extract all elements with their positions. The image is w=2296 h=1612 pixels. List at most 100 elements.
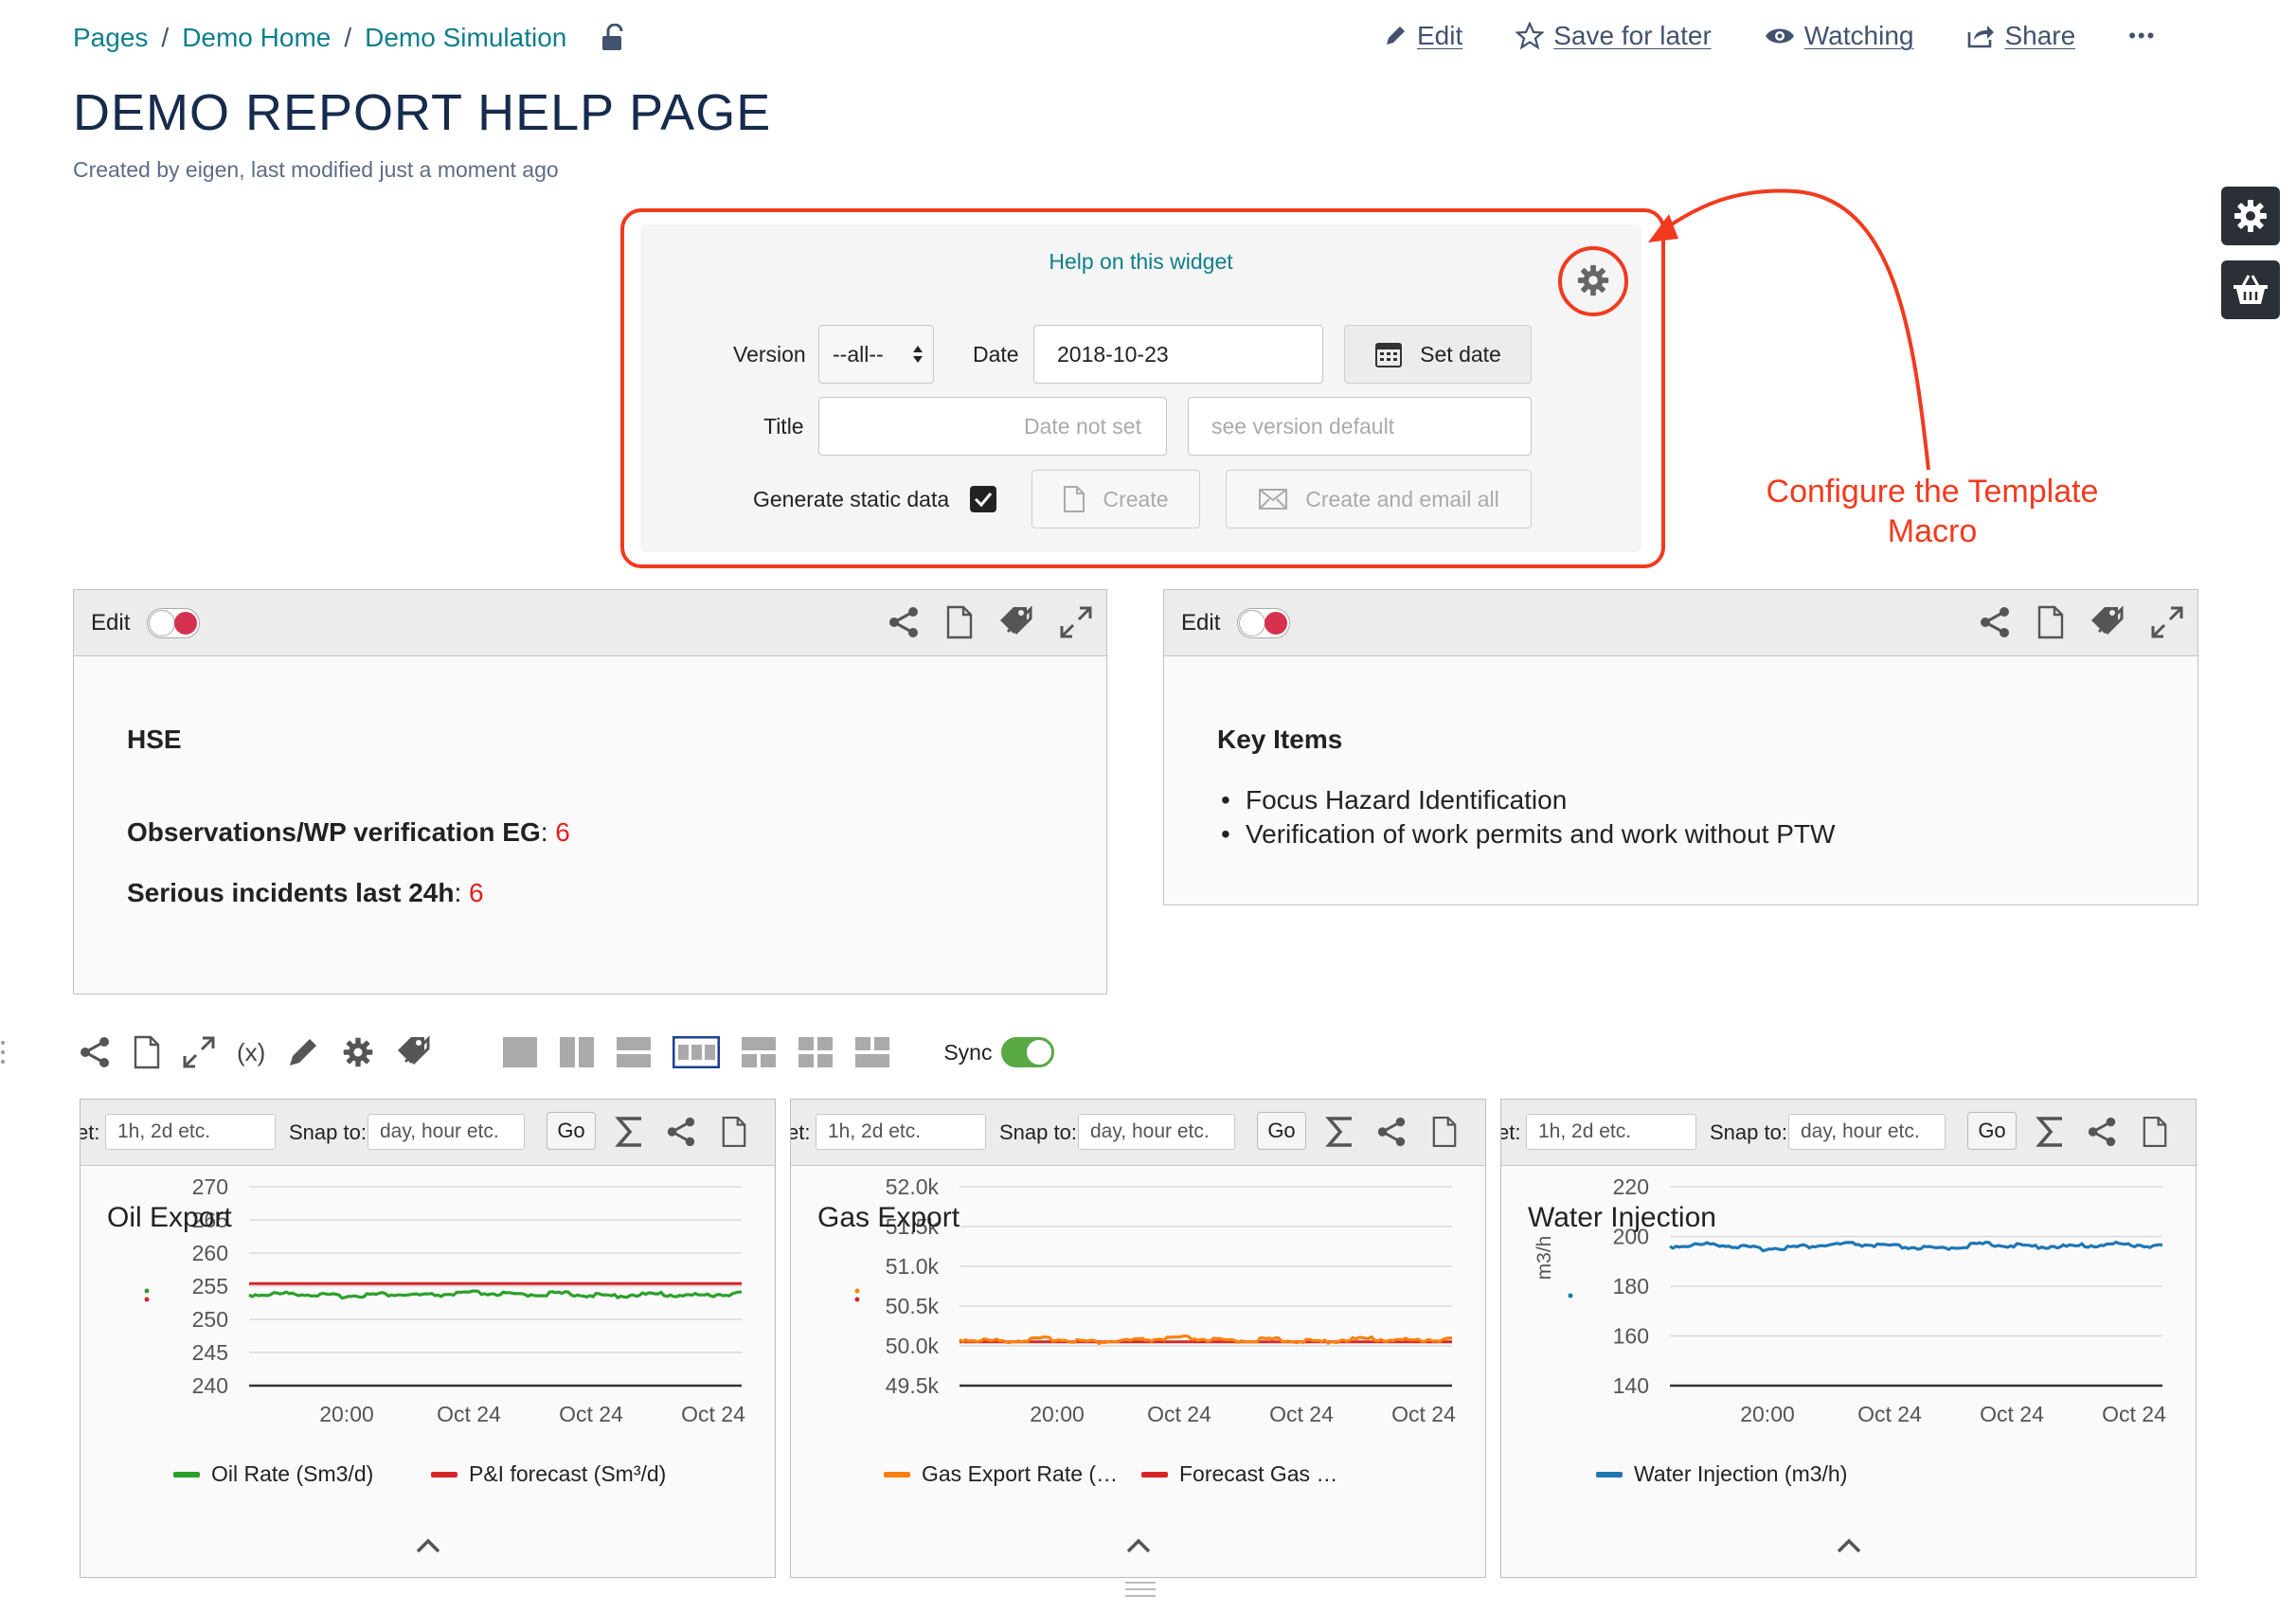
title-default-input[interactable]: see version default [1188,397,1532,456]
share-button[interactable]: Share [1966,21,2075,51]
layout-single-icon[interactable] [502,1036,538,1068]
breadcrumb-demo-simulation[interactable]: Demo Simulation [365,23,566,53]
sigma-icon[interactable] [1325,1116,1355,1148]
expand-icon[interactable] [182,1035,216,1069]
title-input[interactable]: Date not set [818,397,1167,456]
collapse-chevron-icon[interactable] [415,1537,441,1554]
calendar-icon [1374,340,1403,368]
static-data-checkbox[interactable] [970,486,996,512]
breadcrumb-demo-home[interactable]: Demo Home [182,23,331,53]
x-tick-label: Oct 24 [681,1402,745,1426]
share-nodes-icon[interactable] [2086,1116,2118,1148]
more-actions-button[interactable]: ••• [2128,24,2156,48]
settings-side-button[interactable] [2221,187,2280,245]
x-tick-label: Oct 24 [1391,1402,1456,1426]
set-date-button[interactable]: Set date [1344,325,1532,384]
version-select[interactable]: --all-- [818,325,934,384]
share-nodes-icon[interactable] [78,1035,112,1069]
legend-item[interactable]: Forecast Gas … [1141,1461,1337,1487]
share-nodes-icon[interactable] [887,605,921,639]
resize-handle-icon[interactable] [1123,1580,1157,1599]
legend-item[interactable]: Gas Export Rate (… [884,1461,1118,1487]
offset-input[interactable]: 1h, 2d etc. [1526,1114,1696,1150]
basket-side-button[interactable] [2221,260,2280,319]
static-data-label: Generate static data [753,487,950,511]
legend-label: Water Injection (m3/h) [1634,1461,1848,1486]
document-icon[interactable] [1431,1116,1458,1148]
layout-grid-a-icon[interactable] [741,1036,777,1068]
hse-panel: Edit HSE Observations/WP verification EG… [73,589,1107,994]
breadcrumb-pages[interactable]: Pages [73,23,148,53]
drag-handle-icon[interactable] [0,1040,6,1065]
panel-toolbar: Edit [1164,590,2197,656]
tags-icon[interactable] [2090,605,2126,639]
go-button[interactable]: Go [547,1112,596,1150]
layout-grid-b-icon[interactable] [798,1036,834,1068]
y-tick-label: 51.0k [886,1254,940,1279]
snap-input[interactable]: day, hour etc. [1078,1114,1235,1150]
legend-label: Oil Rate (Sm3/d) [211,1461,374,1486]
sync-toggle[interactable] [1001,1037,1055,1067]
sigma-icon[interactable] [615,1116,645,1148]
gear-icon [2232,197,2269,235]
panel-icons [887,605,1093,639]
save-for-later-button[interactable]: Save for later [1516,21,1712,51]
go-button[interactable]: Go [1257,1112,1306,1150]
go-button[interactable]: Go [1967,1112,2017,1150]
edit-toggle-label: Edit [91,609,131,636]
layout-three-columns-icon[interactable] [673,1036,721,1068]
expand-icon[interactable] [1059,605,1093,639]
pencil-icon[interactable] [286,1035,320,1069]
chart-title: Water Injection [1528,1202,1716,1233]
key-item-1: • Focus Hazard Identification [1221,785,1568,815]
x-tick-label: Oct 24 [1147,1402,1211,1426]
title-label: Title [763,414,804,439]
layout-two-columns-icon[interactable] [559,1036,595,1068]
y-tick-label: 52.0k [886,1174,940,1199]
edit-toggle[interactable] [147,607,201,638]
sigma-icon[interactable] [2036,1116,2066,1148]
offset-input[interactable]: 1h, 2d etc. [105,1114,276,1150]
collapse-chevron-icon[interactable] [1125,1537,1152,1554]
date-input[interactable]: 2018-10-23 [1033,325,1323,384]
collapse-chevron-icon[interactable] [1836,1537,1862,1554]
snap-input[interactable]: day, hour etc. [1788,1114,1946,1150]
annotation-line-1: Configure the Template [1766,474,2099,510]
edit-toggle[interactable] [1237,607,1291,638]
variables-icon[interactable]: (x) [237,1038,265,1067]
document-icon[interactable] [2036,605,2065,639]
help-on-widget-link[interactable]: Help on this widget [1049,249,1232,274]
edit-button[interactable]: Edit [1383,21,1462,51]
document-icon[interactable] [945,605,974,639]
unlock-icon[interactable] [601,24,625,52]
x-tick-label: Oct 24 [1857,1402,1922,1426]
offset-input[interactable]: 1h, 2d etc. [816,1114,986,1150]
snap-input[interactable]: day, hour etc. [368,1114,525,1150]
legend-item[interactable]: P&I forecast (Sm³/d) [431,1461,666,1487]
layout-two-rows-icon[interactable] [616,1036,652,1068]
share-nodes-icon[interactable] [665,1116,697,1148]
envelope-icon [1258,488,1288,510]
layout-grid-c-icon[interactable] [854,1036,890,1068]
annotation-arrow [1648,188,1930,471]
document-icon[interactable] [133,1035,161,1069]
series-marker-dot [1568,1293,1573,1299]
share-nodes-icon[interactable] [1978,605,2012,639]
widget-settings-gear-icon[interactable] [1575,262,1611,298]
offset-label: et: [81,1120,100,1144]
tags-icon[interactable] [396,1035,432,1069]
create-email-label: Create and email all [1305,486,1499,511]
create-and-email-button[interactable]: Create and email all [1226,470,1532,528]
legend-item[interactable]: Oil Rate (Sm3/d) [173,1461,373,1487]
watching-button[interactable]: Watching [1765,21,1913,51]
pencil-icon [1383,24,1408,48]
tags-icon[interactable] [998,605,1034,639]
gear-icon[interactable] [341,1035,375,1069]
legend-item[interactable]: Water Injection (m3/h) [1596,1461,1847,1487]
document-icon[interactable] [721,1116,747,1148]
document-icon[interactable] [2142,1116,2168,1148]
share-nodes-icon[interactable] [1375,1116,1408,1148]
y-tick-label: 180 [1613,1274,1649,1299]
create-button[interactable]: Create [1031,470,1200,528]
expand-icon[interactable] [2150,605,2184,639]
